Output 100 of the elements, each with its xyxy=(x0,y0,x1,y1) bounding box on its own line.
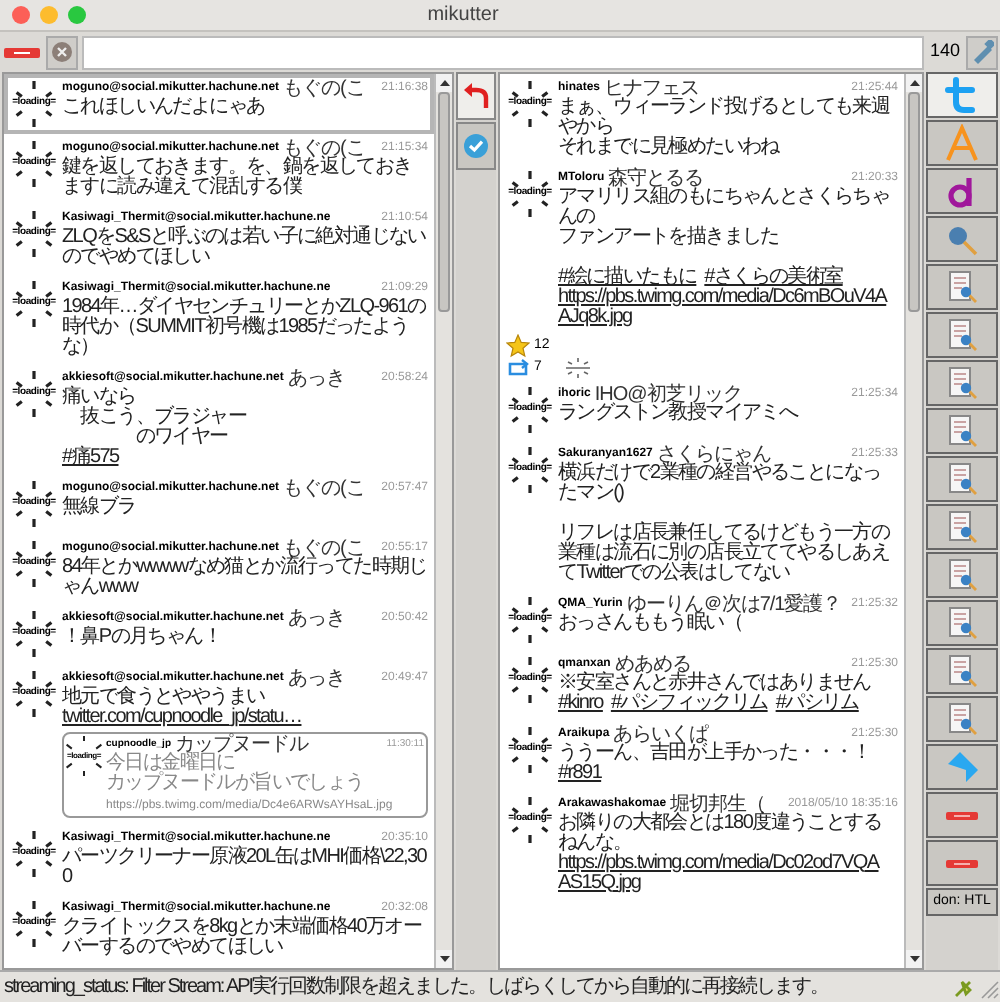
post-text: 無線ブラ xyxy=(62,498,138,518)
display-name: あっき xyxy=(287,370,345,388)
display-name: あっき xyxy=(287,610,345,628)
spinner-icon xyxy=(506,795,554,843)
post-text: おっさんももう眠い（ xyxy=(558,613,743,633)
pane-tab[interactable] xyxy=(456,72,496,120)
display-name: あらいくぱ xyxy=(613,725,709,743)
post-input-field[interactable] xyxy=(82,35,924,69)
scroll-down-icon[interactable] xyxy=(906,950,922,968)
timeline-tab[interactable] xyxy=(926,840,998,886)
clear-button[interactable] xyxy=(46,35,78,69)
post-text: パーツクリーナー原液20L缶はMHI価格\22,300 xyxy=(62,848,428,888)
url-link[interactable]: https://pbs.twimg.com/media/Dc6mBOuV4AAJq8k.jpg xyxy=(558,288,890,328)
timeline-tab[interactable] xyxy=(926,552,998,598)
display-name: カップヌードル xyxy=(175,736,308,754)
status-message: streaming_status: Filter Stream: API実行回数制限を超えました。しばらくしてから自動的に再接続します。 xyxy=(4,975,829,999)
scrollbar-thumb[interactable] xyxy=(438,92,450,312)
post-text: まぁ、ウィーランド投げるとしても来週やから それまでに見極めたいわね xyxy=(558,98,892,158)
display-name: IHO@初芝リック xyxy=(594,385,742,403)
spinner-icon xyxy=(10,670,58,718)
display-name: もぐの(こ xyxy=(283,540,365,558)
hashtag-link[interactable]: #パシフィックリム xyxy=(610,693,768,713)
display-name: 森守とるる xyxy=(608,170,704,188)
pane-tab[interactable] xyxy=(456,122,496,170)
post-text: ※安室さんと赤井さんではありません #kinro #パシフィックリム #パシリム xyxy=(558,673,873,713)
timeline-tab[interactable] xyxy=(926,72,998,118)
scrollbar[interactable] xyxy=(904,74,922,968)
spinner-icon xyxy=(10,280,58,328)
spinner-icon xyxy=(506,655,554,703)
hashtag-link[interactable]: #痛575 xyxy=(62,448,119,468)
window-title: mikutter xyxy=(427,2,499,30)
scroll-up-icon[interactable] xyxy=(906,74,922,92)
timeline-tab[interactable] xyxy=(926,168,998,214)
star-icon xyxy=(506,334,530,358)
tag-icon xyxy=(4,47,40,57)
timeline-tab[interactable] xyxy=(926,216,998,262)
spinner-icon xyxy=(506,385,554,433)
connection-icon[interactable] xyxy=(952,975,976,999)
spinner-icon xyxy=(10,830,58,878)
spinner-icon xyxy=(506,445,554,493)
timeline-tab[interactable] xyxy=(926,648,998,694)
spinner-icon xyxy=(10,370,58,418)
post-button[interactable] xyxy=(966,35,998,69)
timeline-tab[interactable] xyxy=(926,312,998,358)
display-name: もぐの(こ xyxy=(283,140,365,158)
hashtag-link[interactable]: #絵に描いたもに xyxy=(558,268,697,288)
post-text: これほしいんだよにゃあ xyxy=(62,98,267,118)
spinner-icon xyxy=(66,736,102,776)
repeat-icon xyxy=(506,358,530,379)
display-name: もぐの(こ xyxy=(283,480,365,498)
spinner-icon xyxy=(10,210,58,258)
timeline-tab[interactable] xyxy=(926,456,998,502)
post-text: お隣りの大都会とは180度違うことするねんな。 https://pbs.twimg.com/media/Dc02od7VQAAS15Q.jpg xyxy=(558,813,898,893)
scrollbar-thumb[interactable] xyxy=(908,92,920,312)
badge-icon xyxy=(462,132,490,160)
post-text: ラングストン教授マイアミへ xyxy=(558,403,801,423)
scroll-up-icon[interactable] xyxy=(436,74,452,92)
spinner-icon xyxy=(506,80,554,128)
timeline-tab[interactable] xyxy=(926,792,998,838)
timeline-tab[interactable] xyxy=(926,264,998,310)
display-name: 堀切邦生（ xyxy=(670,795,766,813)
display-name: あっき xyxy=(287,670,345,688)
post-text: クライトックスを8kgとか末端価格40万オーバーするのでやめてほしい xyxy=(62,918,424,958)
url-link[interactable]: twitter.com/cupnoodle_jp/statu… xyxy=(62,708,302,728)
spinner-icon xyxy=(506,725,554,773)
spinner-icon xyxy=(10,480,58,528)
display-name: めあめる xyxy=(614,655,691,673)
spinner-icon xyxy=(10,610,58,658)
close-button[interactable] xyxy=(12,6,30,24)
spinner-icon xyxy=(10,80,58,128)
resize-grip xyxy=(980,975,1000,999)
loading-spinner-icon xyxy=(565,358,590,379)
url-link[interactable]: https://pbs.twimg.com/media/Dc02od7VQAAS15Q.jpg xyxy=(558,853,890,893)
display-name: ゆーりん＠次は7/1愛護？ xyxy=(626,595,842,613)
a-logo-icon xyxy=(942,123,982,163)
spinner-icon xyxy=(506,170,554,218)
timeline-tab[interactable] xyxy=(926,504,998,550)
timeline-tab[interactable] xyxy=(926,408,998,454)
hashtag-link[interactable]: #r891 xyxy=(558,763,602,783)
post-text: 地元で食うとややうまい twitter.com/cupnoodle_jp/statu… xyxy=(62,688,302,728)
post-text: ！鼻Pの月ちゃん！ xyxy=(62,628,223,648)
timeline-tab[interactable] xyxy=(926,360,998,406)
display-name: ヒナフェス xyxy=(604,80,700,98)
hashtag-link[interactable]: #パシリム xyxy=(775,693,859,713)
hashtag-link[interactable]: #さくらの美術室 xyxy=(704,268,843,288)
timeline-tab[interactable] xyxy=(926,600,998,646)
timeline-tab[interactable] xyxy=(926,744,998,790)
spinner-icon xyxy=(10,140,58,188)
timeline-tab[interactable] xyxy=(926,696,998,742)
reply-icon xyxy=(462,82,490,110)
scrollbar[interactable] xyxy=(434,74,452,968)
wrench-icon xyxy=(970,40,994,64)
display-name: さくらにゃん xyxy=(656,445,771,463)
timeline-tab[interactable] xyxy=(926,120,998,166)
post-text: 84年とかwwwwなめ猫とか流行ってた時期じゃんwww xyxy=(62,558,428,598)
hashtag-link[interactable]: #kinro xyxy=(558,693,603,713)
display-name: もぐの(こ xyxy=(283,80,365,98)
post-text: 横浜だけで2業種の経営やることになったマン() リフレは店長兼任してるけどもう一方の業種は流石に別の店長立ててやるしあえてTwitterでの公表はしてない xyxy=(558,463,892,583)
post-text: 鍵を返しておきます。を、鍋を返しておきますに読み違えて混乱する僕 xyxy=(62,158,414,198)
scroll-down-icon[interactable] xyxy=(436,950,452,968)
